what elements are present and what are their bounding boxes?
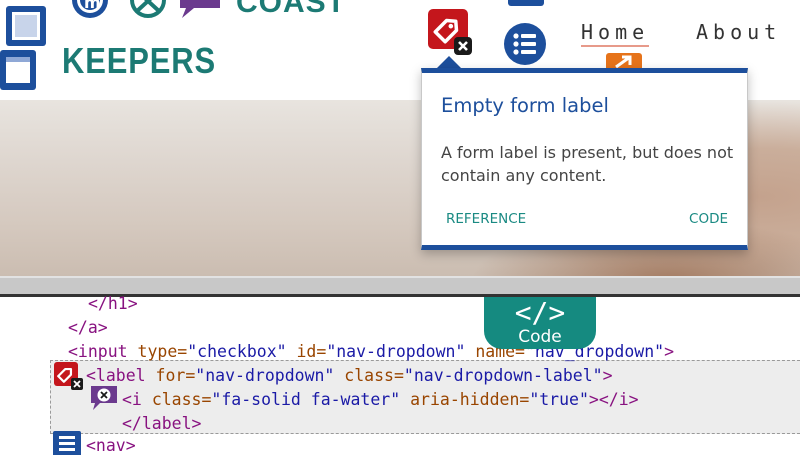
- aria-hidden-icon[interactable]: [90, 385, 118, 411]
- error-empty-label-icon[interactable]: [54, 362, 84, 390]
- issue-popup: Empty form label A form label is present…: [421, 68, 748, 250]
- popup-title: Empty form label: [441, 94, 609, 117]
- structure-icon[interactable]: [4, 6, 48, 46]
- error-empty-label-icon[interactable]: [428, 9, 474, 55]
- code-toggle-tab[interactable]: </> Code: [484, 297, 596, 349]
- code-line: <nav>: [86, 436, 136, 455]
- code-line: </h1>: [88, 294, 138, 313]
- aria-icon[interactable]: [178, 0, 222, 20]
- code-panel: </h1> </a> <input type="checkbox" id="na…: [0, 294, 800, 455]
- code-line: <label for="nav-dropdown" class="nav-dro…: [86, 366, 613, 385]
- nav-link-about[interactable]: About: [696, 20, 781, 44]
- structure-icon[interactable]: [0, 48, 38, 92]
- code-line: <i class="fa-solid fa-water" aria-hidden…: [122, 390, 639, 409]
- list-icon[interactable]: [503, 22, 547, 66]
- popup-description: A form label is present, but does not co…: [441, 143, 734, 185]
- reference-link[interactable]: REFERENCE: [446, 211, 526, 227]
- logo-text-top: COAST: [236, 0, 346, 19]
- code-line: </label>: [122, 414, 202, 433]
- logo-text-bottom: KEEPERS: [62, 40, 216, 81]
- code-link[interactable]: CODE: [689, 211, 728, 227]
- code-icon: </>: [514, 296, 566, 329]
- structure-list-icon[interactable]: [53, 431, 81, 455]
- code-line: </a>: [68, 318, 108, 337]
- code-tab-label: Code: [518, 327, 562, 347]
- contrast-icon[interactable]: [126, 0, 170, 20]
- nav-link-home[interactable]: Home: [581, 20, 650, 47]
- facebook-circle-icon[interactable]: m: [70, 0, 110, 20]
- svg-text:m: m: [84, 0, 101, 12]
- structure-icon[interactable]: [506, 0, 546, 8]
